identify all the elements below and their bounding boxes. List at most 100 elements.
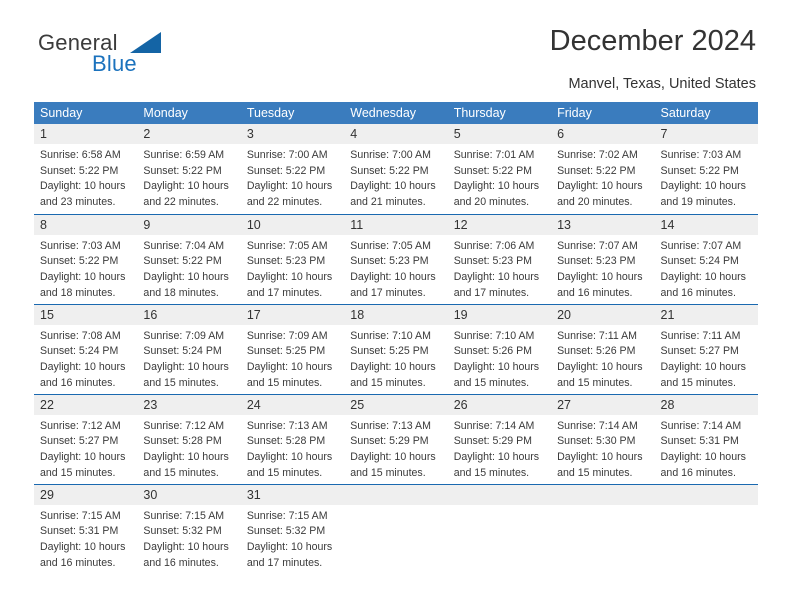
sunrise-time: Sunrise: 7:12 AM (40, 419, 121, 432)
calendar-week-row: 1 Sunrise: 6:58 AM Sunset: 5:22 PM Daylight… (34, 124, 758, 214)
calendar-day-cell[interactable]: 17 Sunrise: 7:09 AM Sunset: 5:25 PM Dayligh… (240, 303, 345, 394)
sunset-time: Sunset: 5:22 PM (453, 164, 533, 177)
day-details: Sunrise: 7:07 AM Sunset: 5:23 PM Daylight:… (551, 235, 654, 302)
calendar-day-cell[interactable]: 14 Sunrise: 7:07 AM Sunset: 5:24 PM Dayligh… (654, 213, 758, 304)
weekday-header-sunday: Sunday (34, 102, 138, 124)
daylight-duration-line1: Daylight: 10 hours (246, 540, 333, 553)
calendar-day-cell[interactable]: 29 Sunrise: 7:15 AM Sunset: 5:31 PM Dayligh… (34, 483, 138, 574)
calendar-day-cell[interactable]: 22 Sunrise: 7:12 AM Sunset: 5:27 PM Dayligh… (34, 393, 138, 484)
calendar-day-cell[interactable]: 1 Sunrise: 6:58 AM Sunset: 5:22 PM Daylight… (34, 124, 138, 214)
day-number: 30 (137, 484, 241, 505)
weekday-header-monday: Monday (137, 102, 241, 124)
day-number: 6 (551, 124, 655, 144)
calendar-day-cell[interactable]: 3 Sunrise: 7:00 AM Sunset: 5:22 PM Daylight… (240, 124, 345, 214)
calendar-day-cell[interactable]: 16 Sunrise: 7:09 AM Sunset: 5:24 PM Dayligh… (137, 303, 241, 394)
calendar-day-cell[interactable]: 25 Sunrise: 7:13 AM Sunset: 5:29 PM Dayligh… (344, 393, 448, 484)
calendar-day-cell[interactable]: 26 Sunrise: 7:14 AM Sunset: 5:29 PM Dayligh… (447, 393, 552, 484)
calendar-week-row: 15 Sunrise: 7:08 AM Sunset: 5:24 PM Dayligh… (34, 303, 758, 394)
calendar-day-cell[interactable]: 7 Sunrise: 7:03 AM Sunset: 5:22 PM Daylight… (654, 124, 758, 214)
calendar-day-cell[interactable]: 13 Sunrise: 7:07 AM Sunset: 5:23 PM Dayligh… (551, 213, 655, 304)
day-details: Sunrise: 7:14 AM Sunset: 5:30 PM Daylight:… (551, 415, 654, 482)
calendar-day-cell[interactable]: 5 Sunrise: 7:01 AM Sunset: 5:22 PM Daylight… (447, 124, 552, 214)
calendar-day-cell[interactable]: 21 Sunrise: 7:11 AM Sunset: 5:27 PM Dayligh… (654, 303, 758, 394)
calendar-day-cell[interactable]: 30 Sunrise: 7:15 AM Sunset: 5:32 PM Dayligh… (137, 483, 241, 574)
sunrise-time: Sunrise: 7:02 AM (557, 149, 638, 161)
day-details: Sunrise: 7:15 AM Sunset: 5:32 PM Daylight:… (137, 505, 240, 572)
day-number: 28 (654, 394, 758, 415)
day-details: Sunrise: 7:09 AM Sunset: 5:25 PM Daylight:… (241, 325, 344, 392)
calendar-day-cell[interactable]: 18 Sunrise: 7:10 AM Sunset: 5:25 PM Dayligh… (344, 303, 448, 394)
calendar-day-cell[interactable]: 20 Sunrise: 7:11 AM Sunset: 5:26 PM Dayligh… (551, 303, 655, 394)
sunset-time: Sunset: 5:27 PM (40, 435, 119, 448)
calendar-day-cell[interactable]: 6 Sunrise: 7:02 AM Sunset: 5:22 PM Daylight… (551, 124, 655, 214)
daylight-duration-line1: Daylight: 10 hours (557, 360, 643, 373)
sunset-time: Sunset: 5:29 PM (453, 435, 533, 448)
day-number: 14 (654, 214, 758, 235)
calendar-day-cell[interactable]: 12 Sunrise: 7:06 AM Sunset: 5:23 PM Dayligh… (447, 213, 552, 304)
calendar-day-cell[interactable]: 27 Sunrise: 7:14 AM Sunset: 5:30 PM Dayligh… (551, 393, 655, 484)
daylight-duration-line1: Daylight: 10 hours (246, 270, 333, 283)
daylight-duration-line1: Daylight: 10 hours (453, 270, 540, 283)
sunrise-time: Sunrise: 7:05 AM (350, 239, 431, 252)
calendar-day-cell[interactable]: 11 Sunrise: 7:05 AM Sunset: 5:23 PM Dayligh… (344, 213, 448, 304)
day-number: 15 (34, 304, 138, 325)
daylight-duration-line1: Daylight: 10 hours (40, 270, 126, 283)
sunset-time: Sunset: 5:24 PM (40, 345, 119, 358)
calendar-day-cell[interactable]: 8 Sunrise: 7:03 AM Sunset: 5:22 PM Daylight… (34, 213, 138, 304)
daylight-duration-line2: and 18 minutes. (40, 286, 116, 299)
calendar-day-cell[interactable]: 19 Sunrise: 7:10 AM Sunset: 5:26 PM Dayligh… (447, 303, 552, 394)
page-header: General Blue December 2024 (34, 0, 758, 74)
sunset-time: Sunset: 5:22 PM (143, 164, 222, 177)
sunset-time: Sunset: 5:22 PM (143, 255, 222, 268)
day-number: 5 (447, 124, 552, 144)
sunset-time: Sunset: 5:22 PM (350, 164, 429, 177)
day-details: Sunrise: 7:10 AM Sunset: 5:26 PM Daylight:… (448, 325, 551, 392)
calendar-day-cell[interactable]: 28 Sunrise: 7:14 AM Sunset: 5:31 PM Dayligh… (654, 393, 758, 484)
sunrise-time: Sunrise: 6:58 AM (40, 149, 121, 161)
daylight-duration-line2: and 15 minutes. (246, 376, 323, 389)
day-details: Sunrise: 7:02 AM Sunset: 5:22 PM Daylight:… (551, 144, 654, 211)
calendar-header-row: Sunday Monday Tuesday Wednesday Thursday… (34, 102, 758, 124)
daylight-duration-line1: Daylight: 10 hours (40, 540, 126, 553)
day-details: Sunrise: 7:00 AM Sunset: 5:22 PM Daylight:… (241, 144, 344, 211)
day-number: 26 (447, 394, 552, 415)
day-details: Sunrise: 6:58 AM Sunset: 5:22 PM Daylight:… (34, 144, 137, 211)
daylight-duration-line1: Daylight: 10 hours (350, 270, 436, 283)
day-number: 3 (240, 124, 345, 144)
sunrise-time: Sunrise: 7:03 AM (660, 149, 742, 161)
calendar-day-cell[interactable]: 2 Sunrise: 6:59 AM Sunset: 5:22 PM Daylight… (137, 124, 241, 214)
daylight-duration-line2: and 19 minutes. (660, 196, 736, 209)
calendar-day-cell[interactable]: 15 Sunrise: 7:08 AM Sunset: 5:24 PM Dayligh… (34, 303, 138, 394)
calendar-day-cell[interactable]: 24 Sunrise: 7:13 AM Sunset: 5:28 PM Dayligh… (240, 393, 345, 484)
daylight-duration-line1: Daylight: 10 hours (453, 180, 540, 193)
sunset-time: Sunset: 5:25 PM (350, 345, 429, 358)
day-details: Sunrise: 7:12 AM Sunset: 5:27 PM Daylight:… (34, 415, 137, 482)
sunset-time: Sunset: 5:22 PM (557, 164, 636, 177)
daylight-duration-line2: and 23 minutes. (40, 196, 116, 209)
calendar-day-cell[interactable]: 10 Sunrise: 7:05 AM Sunset: 5:23 PM Dayligh… (240, 213, 345, 304)
sunrise-time: Sunrise: 7:15 AM (246, 509, 328, 522)
brand-triangle-icon (130, 32, 161, 53)
daylight-duration-line2: and 15 minutes. (453, 376, 530, 389)
sunset-time: Sunset: 5:23 PM (350, 255, 429, 268)
sunset-time: Sunset: 5:29 PM (350, 435, 429, 448)
daylight-duration-line1: Daylight: 10 hours (143, 360, 229, 373)
day-number: 1 (34, 124, 138, 144)
sunset-time: Sunset: 5:24 PM (660, 255, 739, 268)
calendar-day-cell[interactable]: 31 Sunrise: 7:15 AM Sunset: 5:32 PM Dayligh… (240, 483, 345, 574)
daylight-duration-line1: Daylight: 10 hours (557, 180, 643, 193)
sunset-time: Sunset: 5:31 PM (660, 435, 739, 448)
daylight-duration-line1: Daylight: 10 hours (350, 450, 436, 463)
daylight-duration-line1: Daylight: 10 hours (660, 180, 746, 193)
sunset-time: Sunset: 5:32 PM (143, 525, 222, 538)
sunrise-time: Sunrise: 7:01 AM (453, 149, 535, 161)
sunset-time: Sunset: 5:22 PM (40, 255, 119, 268)
calendar-day-cell[interactable]: 23 Sunrise: 7:12 AM Sunset: 5:28 PM Dayligh… (137, 393, 241, 484)
calendar-day-cell[interactable]: 9 Sunrise: 7:04 AM Sunset: 5:22 PM Daylight… (137, 213, 241, 304)
day-number (551, 484, 655, 505)
brand-logo[interactable]: General Blue (34, 26, 194, 80)
calendar-day-cell[interactable]: 4 Sunrise: 7:00 AM Sunset: 5:22 PM Daylight… (344, 124, 448, 214)
day-details: Sunrise: 7:11 AM Sunset: 5:26 PM Daylight:… (551, 325, 654, 392)
daylight-duration-line2: and 17 minutes. (246, 286, 323, 299)
weekday-header-tuesday: Tuesday (240, 102, 345, 124)
